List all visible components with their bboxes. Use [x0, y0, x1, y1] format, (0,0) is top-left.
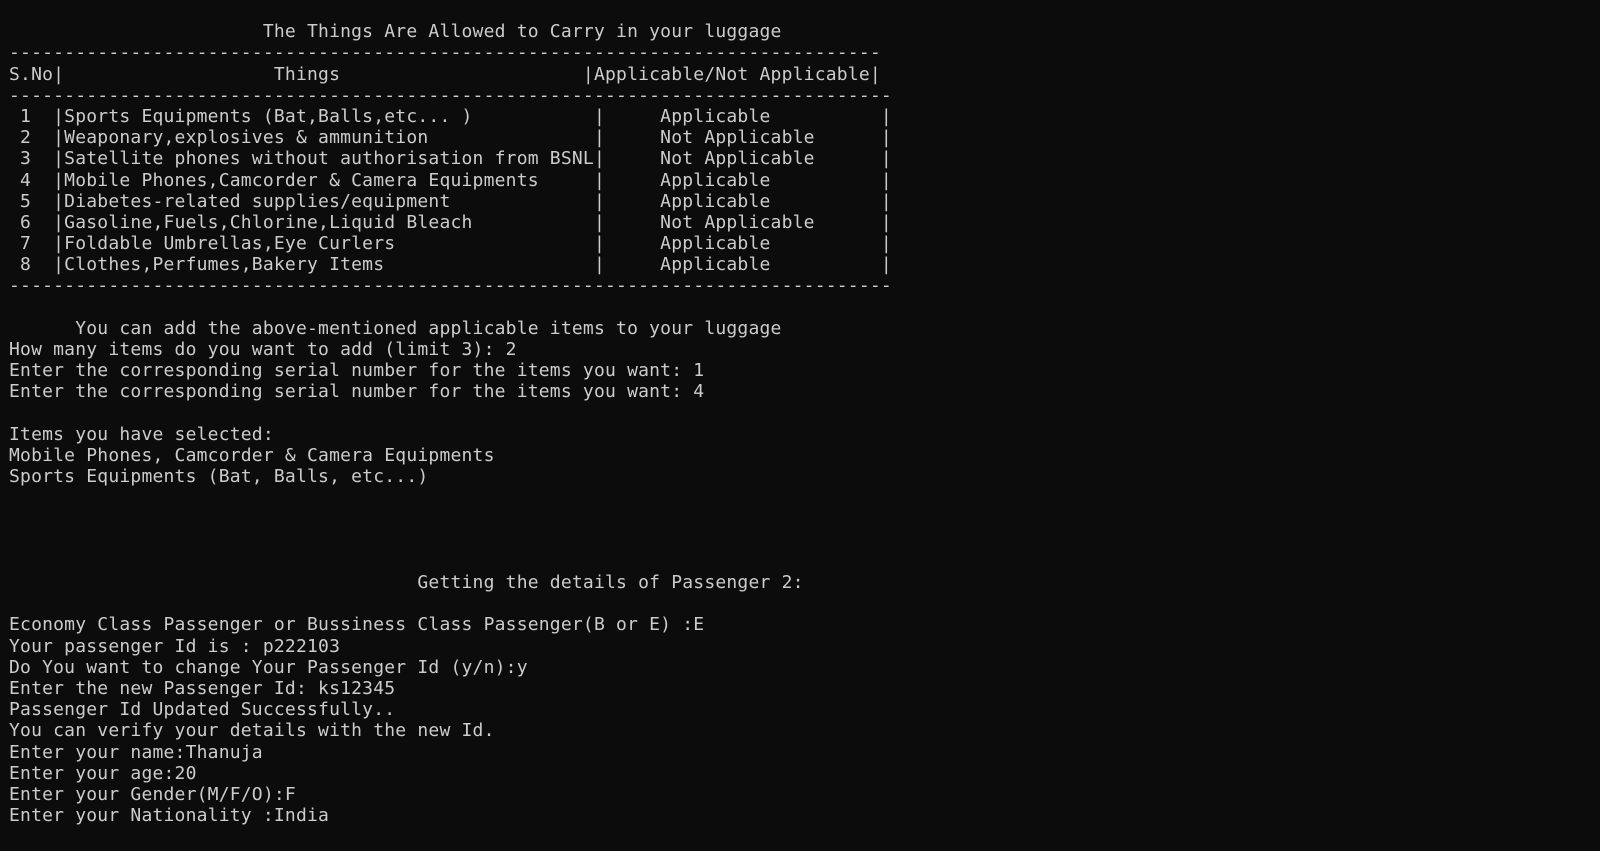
terminal-line: Enter your age:20 [9, 762, 197, 784]
terminal-line: 4 |Mobile Phones,Camcorder & Camera Equi… [9, 169, 892, 191]
terminal-line: ----------------------------------------… [9, 275, 892, 297]
terminal-line: Enter your name:Thanuja [9, 741, 263, 763]
terminal-line: 8 |Clothes,Perfumes,Bakery Items | Appli… [9, 254, 892, 276]
terminal-line: You can verify your details with the new… [9, 720, 495, 742]
terminal-line: 3 |Satellite phones without authorisatio… [9, 148, 892, 170]
terminal-line: Mobile Phones, Camcorder & Camera Equipm… [9, 444, 495, 466]
terminal-line: Passenger Id Updated Successfully.. [9, 699, 396, 721]
terminal-line: S.No| Things |Applicable/Not Applicable| [9, 63, 881, 85]
terminal-line: Economy Class Passenger or Bussiness Cla… [9, 614, 705, 636]
terminal-line: Enter the new Passenger Id: ks12345 [9, 678, 396, 699]
terminal-line: Enter your Nationality :India [9, 805, 330, 827]
terminal-line: Your passenger Id is : p222103 [9, 635, 341, 657]
terminal-line: Getting the details of Passenger 2: [9, 572, 804, 594]
terminal-line: 1 |Sports Equipments (Bat,Balls,etc... )… [9, 105, 892, 127]
terminal-line: ----------------------------------------… [9, 84, 892, 106]
terminal-output: The Things Are Allowed to Carry in your … [9, 0, 892, 826]
terminal-line: 2 |Weaponary,explosives & ammunition | N… [9, 127, 892, 149]
terminal-line: Enter your Gender(M/F/O):F [9, 783, 296, 805]
terminal-line: The Things Are Allowed to Carry in your … [9, 21, 782, 43]
terminal-line: Enter the corresponding serial number fo… [9, 360, 705, 382]
terminal-line: 7 |Foldable Umbrellas,Eye Curlers | Appl… [9, 233, 892, 255]
terminal-line: 5 |Diabetes-related supplies/equipment |… [9, 190, 892, 212]
terminal-line: ----------------------------------------… [9, 42, 881, 64]
terminal-line: 6 |Gasoline,Fuels,Chlorine,Liquid Bleach… [9, 211, 892, 233]
terminal-line: How many items do you want to add (limit… [9, 339, 517, 360]
terminal-line: You can add the above-mentioned applicab… [9, 317, 782, 339]
terminal-line: Do You want to change Your Passenger Id … [9, 656, 528, 678]
terminal-line: Enter the corresponding serial number fo… [9, 381, 705, 403]
terminal-line: Items you have selected: [9, 423, 274, 445]
terminal-window[interactable]: The Things Are Allowed to Carry in your … [0, 0, 1600, 851]
terminal-line: Sports Equipments (Bat, Balls, etc...) [9, 466, 429, 488]
